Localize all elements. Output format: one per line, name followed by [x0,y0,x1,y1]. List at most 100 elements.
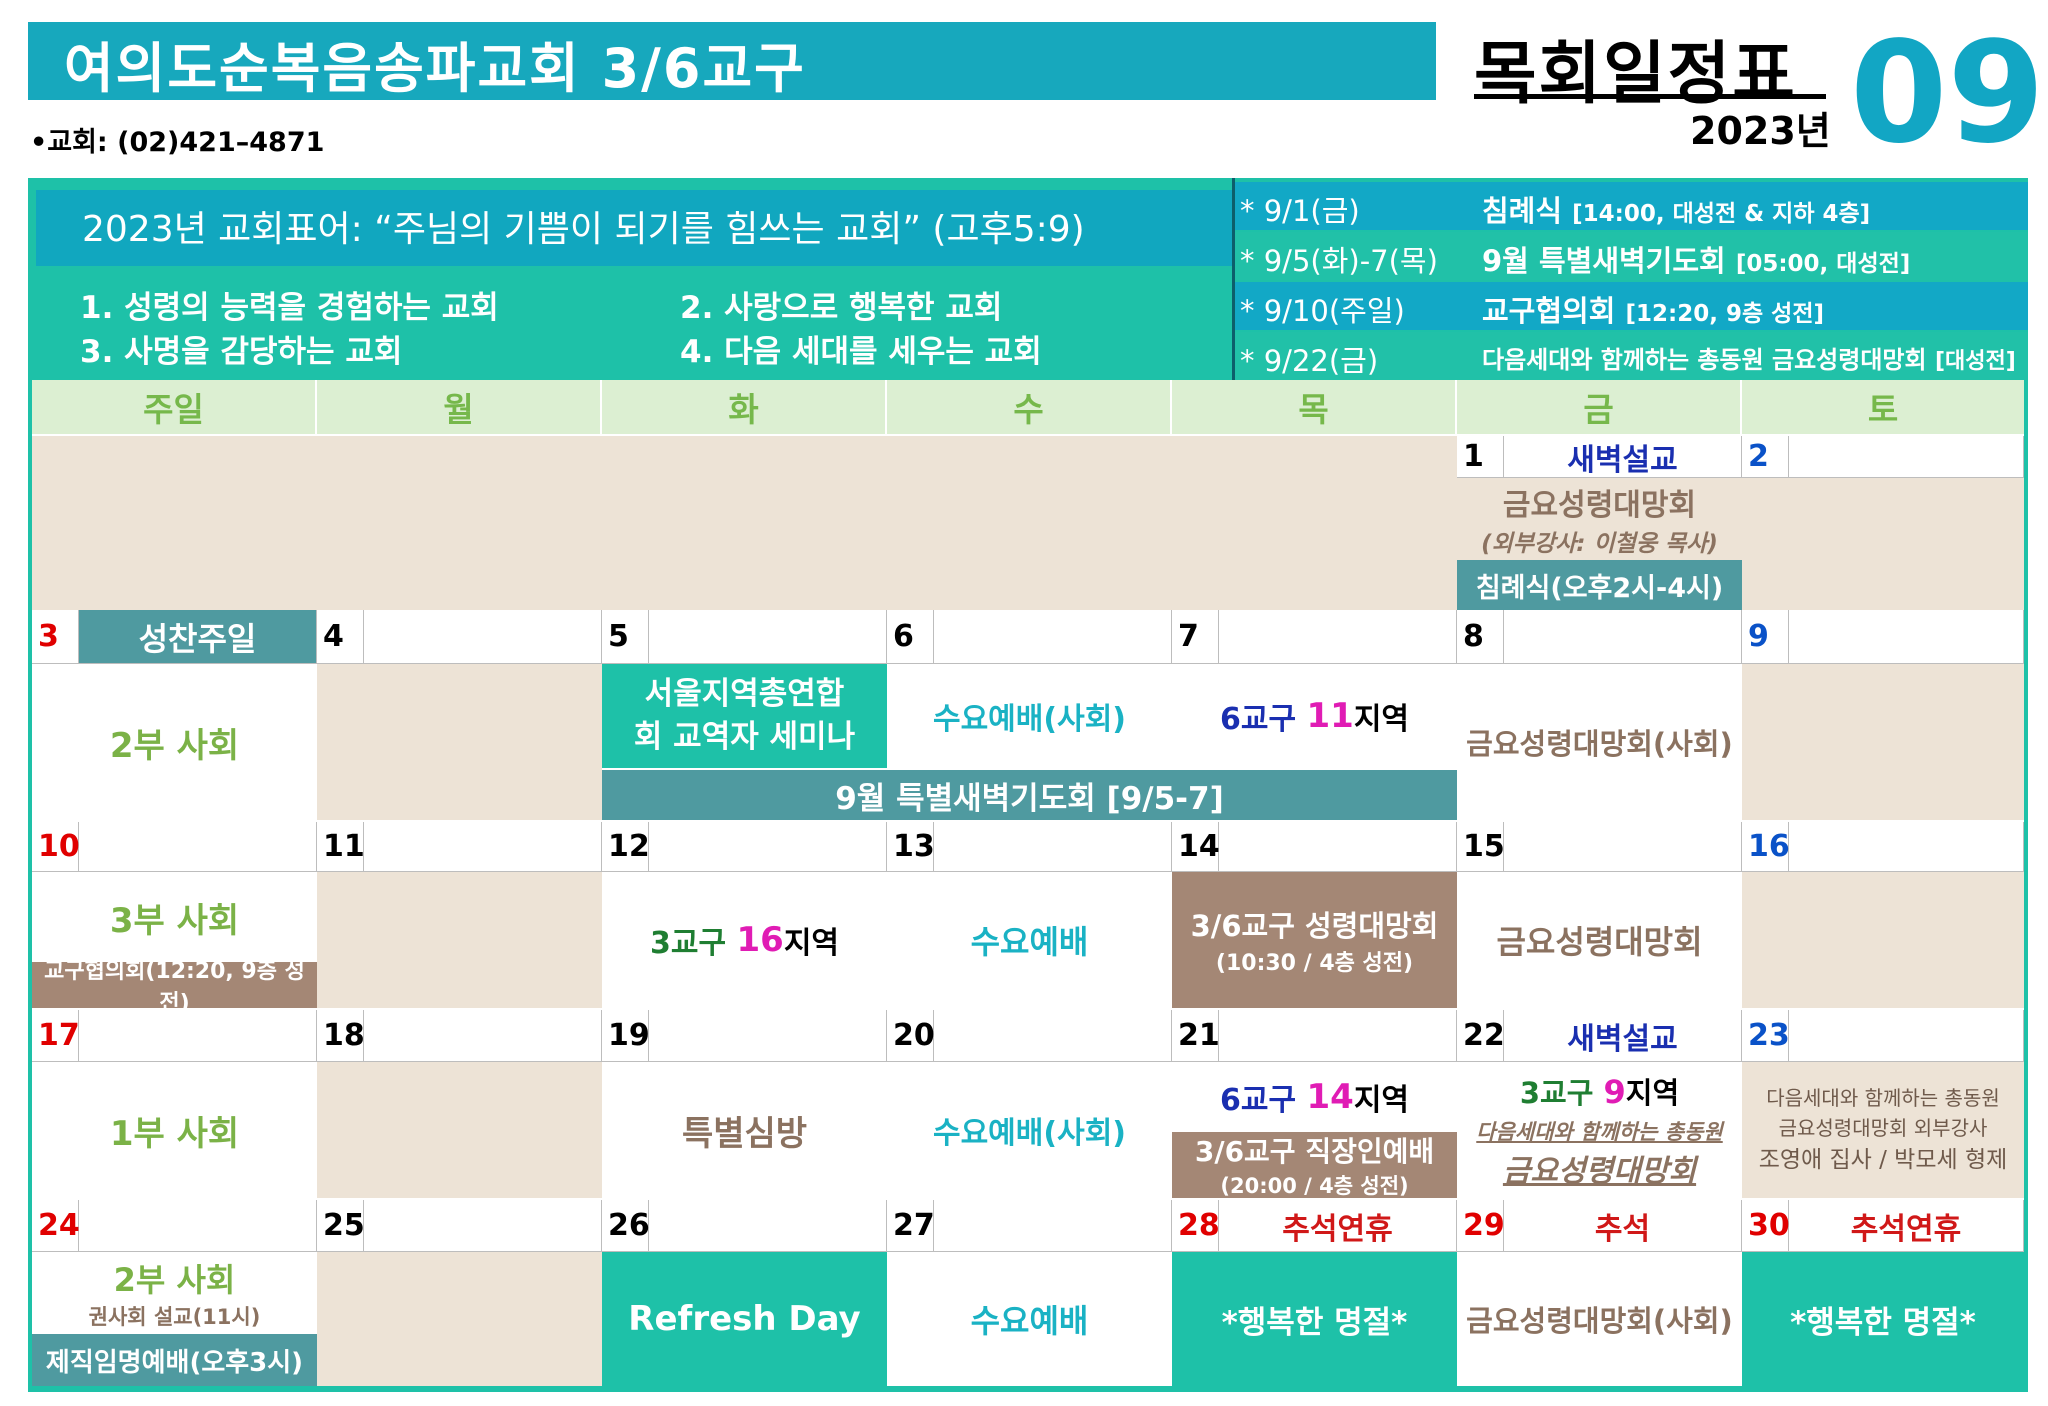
day-header-16: 16 [1742,822,2024,872]
day-number: 16 [1748,829,1790,864]
district-number: 16 [736,920,784,960]
title-underline [1474,94,1826,99]
day-body-23: 다음세대와 함께하는 총동원 금요성령대망회 외부강사 조영애 집사 / 박모세… [1742,1062,2024,1198]
day-body-24: 2부 사회 권사회 설교(11시) [32,1252,317,1334]
day-number: 21 [1178,1018,1220,1053]
day-header-15: 15 [1457,822,1742,872]
day-header-25: 25 [317,1200,602,1252]
day-header-4: 4 [317,610,602,664]
day-body-9 [1742,664,2024,820]
event-label: 금요성령대망회 [1502,1154,1697,1189]
day-body-25 [317,1252,602,1386]
day-number: 14 [1178,829,1220,864]
day-number: 20 [893,1018,935,1053]
event-label: 금요성령대망회 [1502,488,1697,523]
seminar-event: 서울지역총연합회 교역자 세미나 [602,664,887,768]
day-header-29: 29 추석 [1457,1200,1742,1252]
day-number: 8 [1463,619,1484,654]
day-number: 19 [608,1018,650,1053]
communion-sunday: 성찬주일 [79,610,316,663]
day-number: 27 [893,1208,935,1243]
event-label: 특별심방 [681,1113,808,1154]
day-header-20: 20 [887,1010,1172,1062]
vision-2: 2. 사랑으로 행복한 교회 [680,290,1003,326]
event-label: 3/6교구 성령대망회 [1190,909,1439,943]
event-date: * 9/10(주일) [1240,294,1405,328]
day-header-8: 8 [1457,610,1742,664]
baptism-event: 침례식(오후2시-4시) [1457,560,1742,610]
day-header-17: 17 [32,1010,317,1062]
day-body-18 [317,1062,602,1198]
day-header-22: 22 새벽설교 [1457,1010,1742,1062]
day-header-14: 14 [1172,822,1457,872]
day-header-30: 30 추석연휴 [1742,1200,2024,1252]
vision-3: 3. 사명을 감당하는 교회 [80,334,403,370]
day-number: 9 [1748,619,1769,654]
event-note: 조영애 집사 / 박모세 형제 [1758,1146,2008,1173]
day-header-11: 11 [317,822,602,872]
holiday-label: 추석연휴 [1850,1211,1962,1247]
day-number: 3 [38,619,59,654]
day-header-27: 27 [887,1200,1172,1252]
day-body-11 [317,872,602,1008]
day-number: 17 [38,1018,80,1053]
event-label: 수요예배 [970,923,1089,961]
holiday-greeting: *행복한 명절* [1742,1252,2024,1386]
district-number: 14 [1306,1077,1354,1117]
event-note: 다음세대와 함께하는 총동원 [1766,1085,2000,1110]
day-header-12: 12 [602,822,887,872]
day-number: 25 [323,1208,365,1243]
event-label: 수요예배(사회) [932,1116,1127,1151]
event-name: 9월 특별새벽기도회 [1482,244,1726,278]
empty-days [32,436,1457,610]
day-header-2: 2 [1742,436,2024,478]
ordination-service: 제직임명예배(오후3시) [32,1334,317,1386]
event-note: (10:30 / 4층 성전) [1215,951,1414,976]
schedule-year: 2023년 [1690,109,1831,153]
church-phone: •교회: (02)421–4871 [30,127,325,158]
day-body-22: 3교구 9지역 다음세대와 함께하는 총동원 금요성령대망회 [1457,1062,1742,1198]
day-body-16 [1742,872,2024,1008]
dawn-sermon-label: 새벽설교 [1567,442,1678,478]
vision-4: 4. 다음 세대를 세우는 교회 [680,334,1042,370]
event-detail: [12:20, 9층 성전] [1625,301,1824,327]
event-title: 교구협의회 [12:20, 9층 성전] [1482,288,1824,330]
prayer-meeting-event: 3/6교구 성령대망회 (10:30 / 4층 성전) [1172,872,1457,1008]
day-header-9: 9 [1742,610,2024,664]
day-body-2 [1742,478,2024,610]
day-body-1: 금요성령대망회 (외부강사: 이철웅 목사) [1457,478,1742,560]
day-number: 5 [608,619,629,654]
event-label: 수요예배(사회) [932,702,1127,737]
day-number: 30 [1748,1208,1790,1243]
weekday-thu: 목 [1172,380,1457,434]
day-header-13: 13 [887,822,1172,872]
day-header-21: 21 [1172,1010,1457,1062]
church-motto: 2023년 교회표어: “주님의 기쁨이 되기를 힘쓰는 교회” (고후5:9) [82,209,1085,250]
event-label: 2부 사회 [109,725,240,766]
district-suffix: 지역 [783,926,840,961]
event-date: * 9/22(금) [1240,344,1379,378]
district-suffix: 지역 [1353,702,1410,737]
district-number: 11 [1306,696,1354,736]
day-number: 4 [323,619,344,654]
event-label: 2부 사회 [113,1261,236,1299]
event-note: 금요성령대망회 외부강사 [1778,1115,1988,1140]
event-title: 9월 특별새벽기도회 [05:00, 대성전] [1482,238,1910,280]
event-name: 교구협의회 [1482,294,1616,328]
day-header-1: 1 새벽설교 [1457,436,1742,478]
refresh-day: Refresh Day [602,1252,887,1386]
day-number: 18 [323,1018,365,1053]
day-header-23: 23 [1742,1010,2024,1062]
day-number: 22 [1463,1018,1505,1053]
day-header-24: 24 [32,1200,317,1252]
vision-1: 1. 성령의 능력을 경험하는 교회 [80,290,499,326]
day-number: 13 [893,829,935,864]
dawn-sermon-label: 새벽설교 [1567,1021,1678,1057]
day-number: 2 [1748,439,1769,474]
event-detail: [대성전] [1934,349,2016,374]
district-group: 6교구 [1219,702,1297,737]
district-number: 9 [1603,1073,1626,1111]
weekday-mon: 월 [317,380,602,434]
special-prayer-bar: 9월 특별새벽기도회 [9/5-7] [602,770,1457,820]
district-council: 교구협의회(12:20, 9층 성전) [32,959,317,1016]
